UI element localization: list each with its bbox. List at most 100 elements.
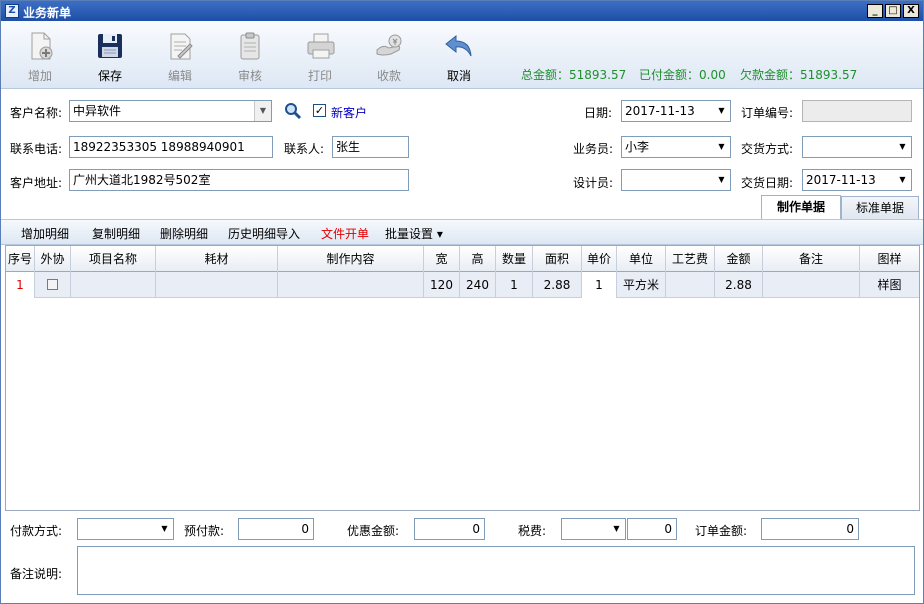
collect-button[interactable]: 收款 <box>359 26 419 84</box>
new-customer-checkbox[interactable]: ✓ <box>313 104 326 117</box>
cell-area: 2.88 <box>533 272 582 298</box>
tab-standard-order[interactable]: 标准单据 <box>841 196 919 220</box>
minimize-button[interactable]: _ <box>867 4 883 18</box>
chevron-down-icon: ▼ <box>254 101 271 121</box>
cancel-button-label: 取消 <box>446 69 471 83</box>
window-title: 业务新单 <box>23 6 72 20</box>
print-button[interactable]: 打印 <box>290 26 350 84</box>
printer-icon <box>307 33 335 59</box>
contact-field[interactable]: 张生 <box>332 136 409 158</box>
add-button[interactable]: 增加 <box>10 26 70 84</box>
order-amount-field[interactable]: 0 <box>761 518 859 540</box>
payment-method-label: 付款方式: <box>10 524 63 538</box>
delivery-method-label: 交货方式: <box>741 142 794 156</box>
date-picker[interactable]: 2017-11-13 ▼ <box>621 100 731 122</box>
search-icon[interactable] <box>284 102 302 120</box>
copy-detail-button[interactable]: 复制明细 <box>92 225 140 242</box>
close-button[interactable]: X <box>903 4 919 18</box>
col-craft-fee[interactable]: 工艺费 <box>666 246 715 272</box>
chevron-down-icon: ▼ <box>718 142 725 151</box>
col-qty[interactable]: 数量 <box>496 246 533 272</box>
col-content[interactable]: 制作内容 <box>278 246 424 272</box>
add-detail-button[interactable]: 增加明细 <box>21 225 69 242</box>
discount-field[interactable]: 0 <box>414 518 485 540</box>
prepaid-field[interactable]: 0 <box>238 518 314 540</box>
edit-button[interactable]: 编辑 <box>150 26 210 84</box>
delivery-date-value: 2017-11-13 <box>806 173 876 187</box>
outsource-checkbox[interactable] <box>47 278 58 290</box>
col-seq[interactable]: 序号 <box>6 246 35 272</box>
customer-name-label: 客户名称: <box>10 106 63 120</box>
prepaid-label: 预付款: <box>184 524 225 538</box>
cell-outsource[interactable] <box>35 272 71 298</box>
remarks-textarea[interactable] <box>77 546 915 595</box>
cell-width[interactable]: 120 <box>424 272 460 298</box>
app-logo-icon: Z <box>5 4 19 18</box>
cell-price[interactable]: 1 <box>582 272 617 298</box>
cell-note[interactable] <box>763 272 860 298</box>
tab-production-order[interactable]: 制作单据 <box>761 195 841 220</box>
col-unit[interactable]: 单位 <box>617 246 666 272</box>
designer-select[interactable]: ▼ <box>621 169 731 191</box>
cancel-button[interactable]: 取消 <box>429 26 489 84</box>
col-amount[interactable]: 金额 <box>715 246 763 272</box>
payment-section: 付款方式: ▼ 预付款: 0 优惠金额: 0 税费: ▼ 0 订单金额: 0 备… <box>1 511 923 603</box>
cell-sample[interactable]: 样图 <box>860 272 919 298</box>
chevron-down-icon: ▼ <box>161 524 168 533</box>
col-sample[interactable]: 图样 <box>860 246 919 272</box>
batch-settings-dropdown[interactable]: 批量设置 ▾ <box>385 225 443 242</box>
table-row[interactable]: 1 120 240 1 2.88 1 平方米 2.88 样图 <box>6 272 919 298</box>
cell-item[interactable] <box>71 272 156 298</box>
col-item-name[interactable]: 项目名称 <box>71 246 156 272</box>
owed-amount: 欠款金额：51893.57 <box>740 68 858 82</box>
print-button-label: 打印 <box>307 69 332 83</box>
col-outsource[interactable]: 外协 <box>35 246 71 272</box>
history-import-button[interactable]: 历史明细导入 <box>228 225 300 242</box>
cell-craft-fee[interactable] <box>666 272 715 298</box>
chevron-down-icon: ▼ <box>899 175 906 184</box>
col-width[interactable]: 宽 <box>424 246 460 272</box>
col-price[interactable]: 单价 <box>582 246 617 272</box>
clipboard-icon <box>240 32 260 60</box>
save-button[interactable]: 保存 <box>80 26 140 84</box>
chevron-down-icon: ▼ <box>613 524 620 533</box>
order-amount-label: 订单金额: <box>695 524 748 538</box>
address-field[interactable]: 广州大道北1982号502室 <box>69 169 409 191</box>
col-note[interactable]: 备注 <box>763 246 860 272</box>
address-label: 客户地址: <box>10 176 63 190</box>
customer-name-combo[interactable]: 中异软件 ▼ <box>69 100 272 122</box>
cell-height[interactable]: 240 <box>460 272 496 298</box>
col-area[interactable]: 面积 <box>533 246 582 272</box>
chevron-down-icon: ▼ <box>718 175 725 184</box>
tax-field[interactable]: 0 <box>627 518 677 540</box>
edit-document-icon <box>170 33 193 60</box>
main-toolbar: 增加 保存 编辑 审核 打印 收款 取消 总金额：51893.57 已付金额：0… <box>1 21 923 89</box>
delivery-date-picker[interactable]: 2017-11-13 ▼ <box>802 169 912 191</box>
phone-field[interactable]: 18922353305 18988940901 <box>69 136 273 158</box>
delivery-method-select[interactable]: ▼ <box>802 136 912 158</box>
undo-arrow-icon <box>445 34 472 57</box>
file-order-button[interactable]: 文件开单 <box>321 225 369 242</box>
salesman-label: 业务员: <box>573 142 614 156</box>
maximize-button[interactable]: □ <box>885 4 901 18</box>
tax-type-select[interactable]: ▼ <box>561 518 626 540</box>
review-button[interactable]: 审核 <box>220 26 280 84</box>
col-height[interactable]: 高 <box>460 246 496 272</box>
order-no-field[interactable] <box>802 100 912 122</box>
grid-header: 序号 外协 项目名称 耗材 制作内容 宽 高 数量 面积 单价 单位 工艺费 金… <box>6 246 919 272</box>
cell-content[interactable] <box>278 272 424 298</box>
payment-method-select[interactable]: ▼ <box>77 518 174 540</box>
cell-qty[interactable]: 1 <box>496 272 533 298</box>
add-button-label: 增加 <box>27 69 52 83</box>
floppy-disk-icon <box>98 34 122 58</box>
discount-label: 优惠金额: <box>347 524 400 538</box>
collect-button-label: 收款 <box>376 69 401 83</box>
delete-detail-button[interactable]: 删除明细 <box>160 225 208 242</box>
designer-label: 设计员: <box>573 176 614 190</box>
col-material[interactable]: 耗材 <box>156 246 278 272</box>
new-customer-label[interactable]: 新客户 <box>331 104 367 121</box>
cell-unit[interactable]: 平方米 <box>617 272 666 298</box>
cell-material[interactable] <box>156 272 278 298</box>
salesman-select[interactable]: 小李 ▼ <box>621 136 731 158</box>
contact-label: 联系人: <box>284 142 325 156</box>
